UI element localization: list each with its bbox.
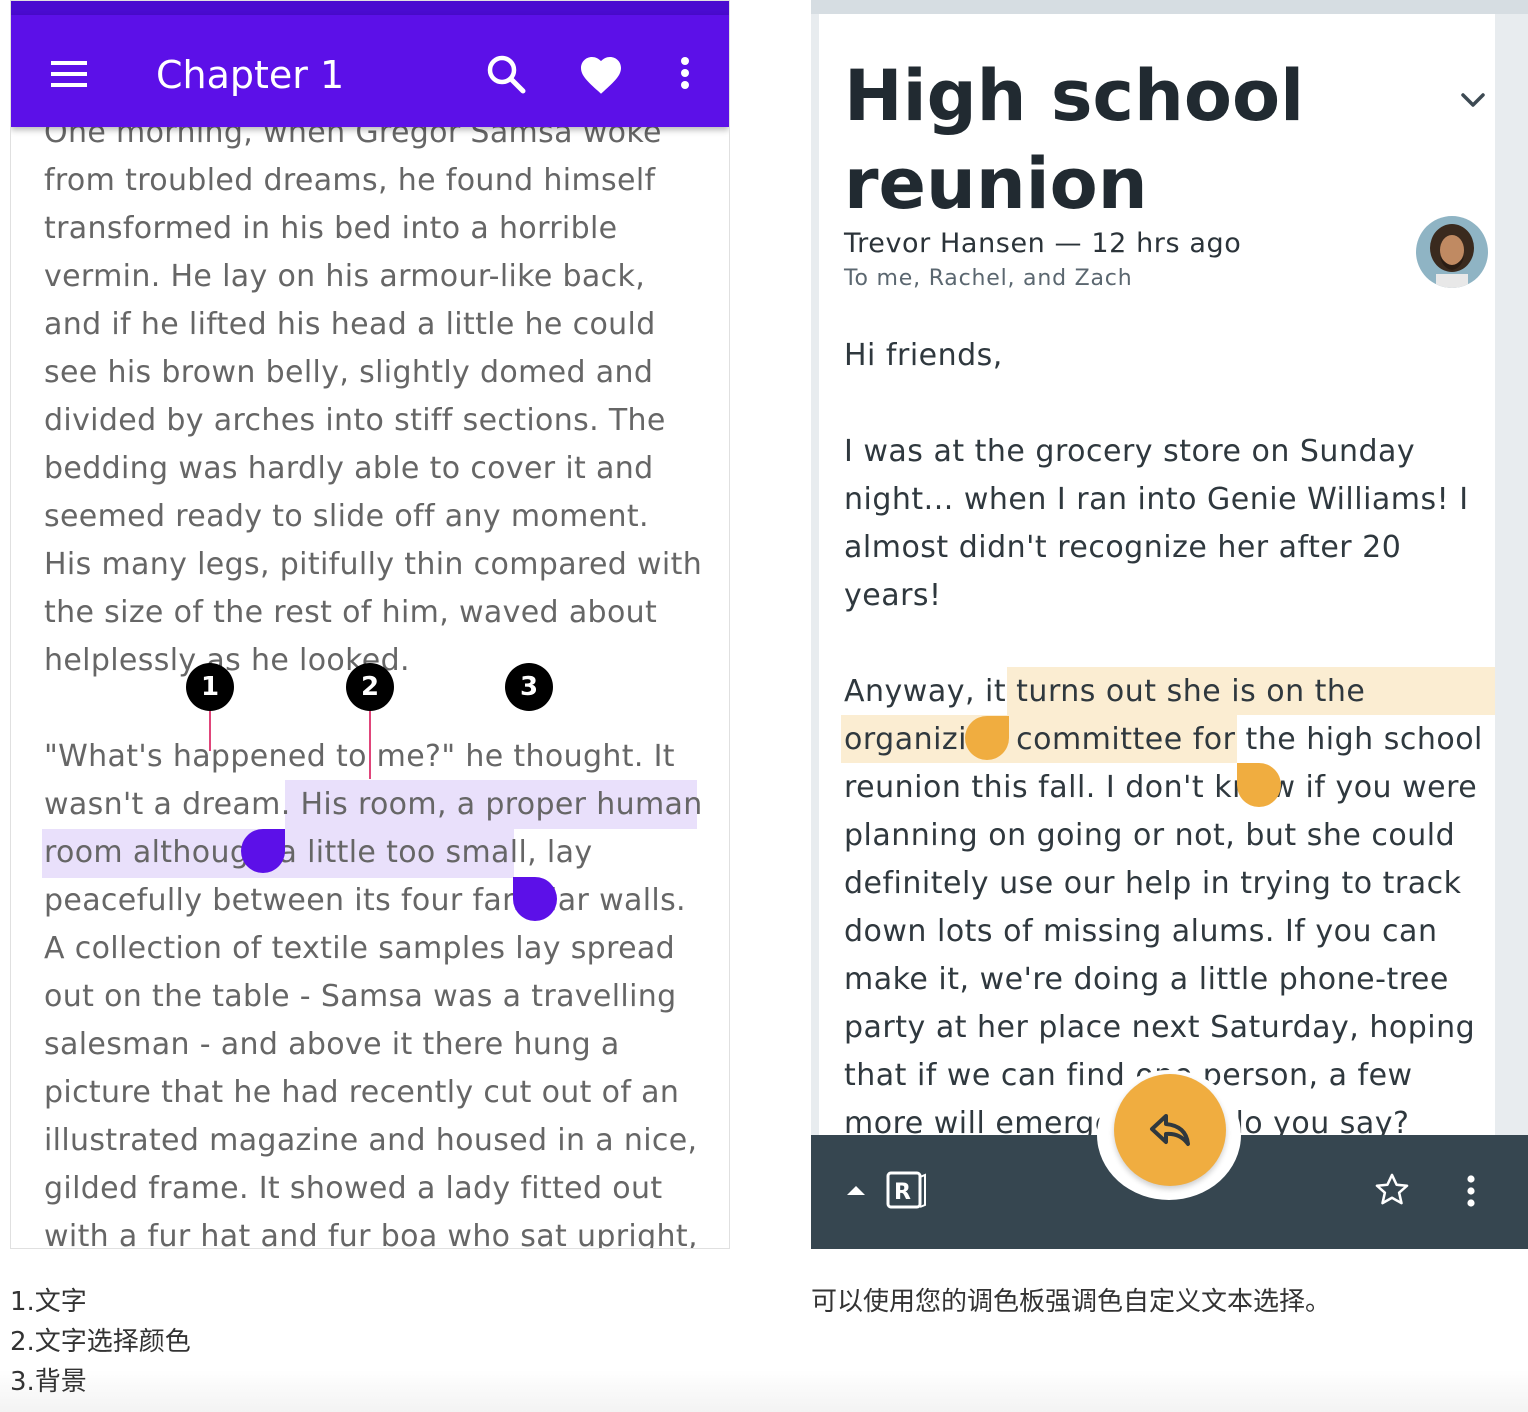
reply-button[interactable]	[1114, 1074, 1226, 1186]
status-bar	[11, 1, 729, 15]
email-screen: High school reunion Trevor Hansen — 12 h…	[811, 0, 1528, 1249]
star-icon[interactable]	[1373, 1171, 1411, 1209]
avatar[interactable]	[1416, 216, 1488, 288]
legend-item: 2.文字选择颜色	[10, 1327, 191, 1357]
svg-text:R: R	[894, 1180, 911, 1205]
heart-icon[interactable]	[577, 51, 625, 99]
sender-line: Trevor Hansen — 12 hrs ago	[844, 228, 1242, 259]
email-card: High school reunion Trevor Hansen — 12 h…	[819, 22, 1495, 1137]
reader-screen: Chapter 1 One morning, when Gregor Samsa…	[10, 0, 730, 1249]
reply-icon	[1150, 1114, 1190, 1146]
legend-item: 1.文字	[10, 1287, 87, 1317]
legend-list: 1.文字 2.文字选择颜色 3.背景	[10, 1282, 410, 1402]
paragraph: Anyway, it turns out she is on the organ…	[844, 674, 1483, 1137]
annotation-line	[209, 711, 211, 751]
app-logo-icon[interactable]: R	[883, 1167, 929, 1213]
selection-start-handle[interactable]	[241, 829, 285, 873]
annotation-marker-2: 2	[346, 663, 394, 711]
status-bar	[811, 0, 1528, 14]
recipients-line: To me, Rachel, and Zach	[844, 266, 1133, 291]
paragraph: "What's happened to me?" he thought. It …	[44, 739, 703, 1249]
expand-up-icon[interactable]	[843, 1177, 869, 1203]
menu-icon[interactable]	[47, 51, 95, 99]
paragraph: One morning, when Gregor Samsa woke from…	[44, 115, 703, 678]
selection-end-handle[interactable]	[1237, 763, 1281, 807]
more-vert-icon[interactable]	[1451, 1171, 1491, 1211]
annotation-line	[369, 711, 371, 779]
paragraph: I was at the grocery store on Sunday nig…	[844, 434, 1469, 613]
background-margin	[811, 14, 819, 1139]
more-vert-icon[interactable]	[661, 51, 709, 99]
greeting: Hi friends,	[844, 338, 1003, 373]
legend-item: 3.背景	[10, 1367, 87, 1397]
caption: 可以使用您的调色板强调色自定义文本选择。	[811, 1287, 1332, 1317]
email-subject: High school reunion	[844, 55, 1305, 225]
search-icon[interactable]	[483, 51, 531, 99]
selection-start-handle[interactable]	[965, 716, 1009, 760]
annotation-marker-3: 3	[505, 663, 553, 711]
selection-end-handle[interactable]	[513, 877, 557, 921]
email-body[interactable]: Hi friends, I was at the grocery store o…	[844, 332, 1494, 1137]
background-margin	[1495, 14, 1528, 1139]
annotation-marker-1: 1	[186, 663, 234, 711]
top-app-bar: Chapter 1	[11, 15, 729, 127]
chevron-down-icon[interactable]	[1455, 82, 1491, 118]
page-title: Chapter 1	[156, 53, 345, 97]
